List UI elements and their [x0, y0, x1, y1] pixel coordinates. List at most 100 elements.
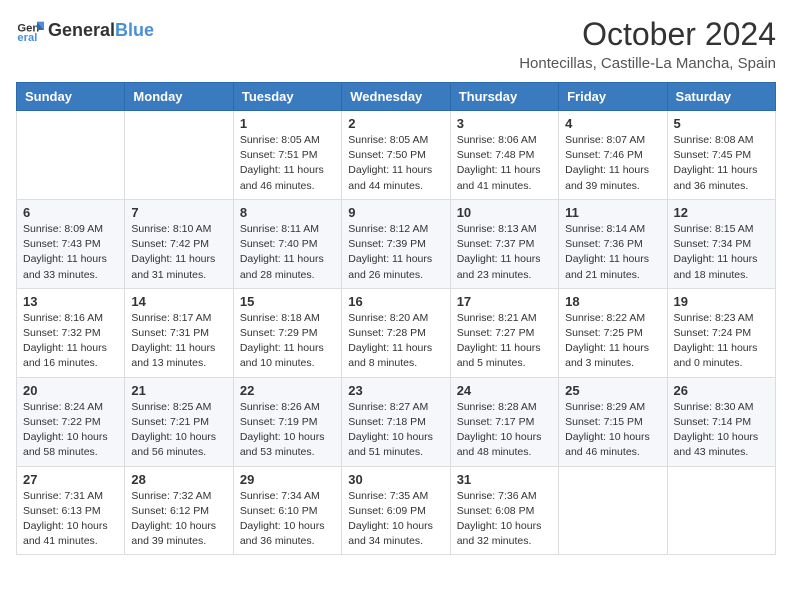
- logo-blue-text: Blue: [115, 20, 154, 41]
- day-info: Sunrise: 8:13 AM Sunset: 7:37 PM Dayligh…: [457, 222, 552, 283]
- logo-general-text: General: [48, 20, 115, 41]
- day-info: Sunrise: 8:16 AM Sunset: 7:32 PM Dayligh…: [23, 311, 118, 372]
- calendar-cell: 5 Sunrise: 8:08 AM Sunset: 7:45 PM Daylig…: [667, 111, 775, 200]
- calendar-cell: 30 Sunrise: 7:35 AM Sunset: 6:09 PM Dayli…: [342, 466, 450, 555]
- day-number: 5: [674, 116, 769, 131]
- weekday-header-saturday: Saturday: [667, 83, 775, 111]
- day-info: Sunrise: 8:05 AM Sunset: 7:51 PM Dayligh…: [240, 133, 335, 194]
- month-title: October 2024: [519, 16, 776, 53]
- day-info: Sunrise: 8:24 AM Sunset: 7:22 PM Dayligh…: [23, 400, 118, 461]
- day-info: Sunrise: 8:05 AM Sunset: 7:50 PM Dayligh…: [348, 133, 443, 194]
- day-number: 3: [457, 116, 552, 131]
- day-number: 27: [23, 472, 118, 487]
- day-number: 17: [457, 294, 552, 309]
- day-number: 16: [348, 294, 443, 309]
- calendar-cell: 18 Sunrise: 8:22 AM Sunset: 7:25 PM Dayli…: [559, 288, 667, 377]
- day-info: Sunrise: 8:11 AM Sunset: 7:40 PM Dayligh…: [240, 222, 335, 283]
- day-info: Sunrise: 8:27 AM Sunset: 7:18 PM Dayligh…: [348, 400, 443, 461]
- day-number: 12: [674, 205, 769, 220]
- day-info: Sunrise: 8:18 AM Sunset: 7:29 PM Dayligh…: [240, 311, 335, 372]
- calendar-cell: 22 Sunrise: 8:26 AM Sunset: 7:19 PM Dayli…: [233, 377, 341, 466]
- calendar-cell: 20 Sunrise: 8:24 AM Sunset: 7:22 PM Dayli…: [17, 377, 125, 466]
- calendar-cell: 26 Sunrise: 8:30 AM Sunset: 7:14 PM Dayli…: [667, 377, 775, 466]
- calendar-cell: [559, 466, 667, 555]
- day-info: Sunrise: 7:36 AM Sunset: 6:08 PM Dayligh…: [457, 489, 552, 550]
- calendar-week-row: 6 Sunrise: 8:09 AM Sunset: 7:43 PM Daylig…: [17, 199, 776, 288]
- calendar-cell: 4Sunrise: 8:07 AM Sunset: 7:46 PM Daylig…: [559, 111, 667, 200]
- weekday-header-sunday: Sunday: [17, 83, 125, 111]
- calendar-cell: 24 Sunrise: 8:28 AM Sunset: 7:17 PM Dayli…: [450, 377, 558, 466]
- day-number: 20: [23, 383, 118, 398]
- weekday-header-thursday: Thursday: [450, 83, 558, 111]
- calendar-cell: 23Sunrise: 8:27 AM Sunset: 7:18 PM Dayli…: [342, 377, 450, 466]
- location-title: Hontecillas, Castille-La Mancha, Spain: [519, 55, 776, 72]
- calendar-cell: 21 Sunrise: 8:25 AM Sunset: 7:21 PM Dayli…: [125, 377, 233, 466]
- day-number: 6: [23, 205, 118, 220]
- day-number: 11: [565, 205, 660, 220]
- calendar-cell: 9 Sunrise: 8:12 AM Sunset: 7:39 PM Daylig…: [342, 199, 450, 288]
- calendar-cell: 19Sunrise: 8:23 AM Sunset: 7:24 PM Dayli…: [667, 288, 775, 377]
- day-info: Sunrise: 8:21 AM Sunset: 7:27 PM Dayligh…: [457, 311, 552, 372]
- day-number: 30: [348, 472, 443, 487]
- day-info: Sunrise: 7:35 AM Sunset: 6:09 PM Dayligh…: [348, 489, 443, 550]
- day-info: Sunrise: 8:20 AM Sunset: 7:28 PM Dayligh…: [348, 311, 443, 372]
- calendar-header-row: SundayMondayTuesdayWednesdayThursdayFrid…: [17, 83, 776, 111]
- day-number: 19: [674, 294, 769, 309]
- page-header: Gen eral GeneralBlue October 2024 Hontec…: [16, 16, 776, 72]
- calendar-cell: 29 Sunrise: 7:34 AM Sunset: 6:10 PM Dayli…: [233, 466, 341, 555]
- day-info: Sunrise: 8:17 AM Sunset: 7:31 PM Dayligh…: [131, 311, 226, 372]
- day-number: 22: [240, 383, 335, 398]
- calendar-cell: 6 Sunrise: 8:09 AM Sunset: 7:43 PM Daylig…: [17, 199, 125, 288]
- day-number: 8: [240, 205, 335, 220]
- day-info: Sunrise: 8:26 AM Sunset: 7:19 PM Dayligh…: [240, 400, 335, 461]
- weekday-header-tuesday: Tuesday: [233, 83, 341, 111]
- day-number: 25: [565, 383, 660, 398]
- day-number: 29: [240, 472, 335, 487]
- day-number: 1: [240, 116, 335, 131]
- day-number: 9: [348, 205, 443, 220]
- day-info: Sunrise: 8:22 AM Sunset: 7:25 PM Dayligh…: [565, 311, 660, 372]
- calendar-week-row: 13 Sunrise: 8:16 AM Sunset: 7:32 PM Dayli…: [17, 288, 776, 377]
- day-number: 28: [131, 472, 226, 487]
- day-number: 31: [457, 472, 552, 487]
- day-number: 26: [674, 383, 769, 398]
- calendar-cell: 14 Sunrise: 8:17 AM Sunset: 7:31 PM Dayli…: [125, 288, 233, 377]
- calendar-cell: 7Sunrise: 8:10 AM Sunset: 7:42 PM Daylig…: [125, 199, 233, 288]
- calendar-cell: [667, 466, 775, 555]
- day-info: Sunrise: 8:10 AM Sunset: 7:42 PM Dayligh…: [131, 222, 226, 283]
- calendar-week-row: 20 Sunrise: 8:24 AM Sunset: 7:22 PM Dayli…: [17, 377, 776, 466]
- calendar-cell: 25 Sunrise: 8:29 AM Sunset: 7:15 PM Dayli…: [559, 377, 667, 466]
- day-info: Sunrise: 8:06 AM Sunset: 7:48 PM Dayligh…: [457, 133, 552, 194]
- calendar-cell: 13 Sunrise: 8:16 AM Sunset: 7:32 PM Dayli…: [17, 288, 125, 377]
- svg-text:eral: eral: [17, 32, 37, 44]
- calendar-cell: 16 Sunrise: 8:20 AM Sunset: 7:28 PM Dayli…: [342, 288, 450, 377]
- calendar-cell: 17 Sunrise: 8:21 AM Sunset: 7:27 PM Dayli…: [450, 288, 558, 377]
- day-number: 13: [23, 294, 118, 309]
- calendar-cell: 11 Sunrise: 8:14 AM Sunset: 7:36 PM Dayli…: [559, 199, 667, 288]
- calendar-cell: 12 Sunrise: 8:15 AM Sunset: 7:34 PM Dayli…: [667, 199, 775, 288]
- day-info: Sunrise: 8:08 AM Sunset: 7:45 PM Dayligh…: [674, 133, 769, 194]
- day-info: Sunrise: 8:09 AM Sunset: 7:43 PM Dayligh…: [23, 222, 118, 283]
- calendar-cell: 1 Sunrise: 8:05 AM Sunset: 7:51 PM Daylig…: [233, 111, 341, 200]
- day-number: 24: [457, 383, 552, 398]
- day-info: Sunrise: 7:32 AM Sunset: 6:12 PM Dayligh…: [131, 489, 226, 550]
- calendar-cell: 8 Sunrise: 8:11 AM Sunset: 7:40 PM Daylig…: [233, 199, 341, 288]
- day-info: Sunrise: 8:25 AM Sunset: 7:21 PM Dayligh…: [131, 400, 226, 461]
- day-info: Sunrise: 8:30 AM Sunset: 7:14 PM Dayligh…: [674, 400, 769, 461]
- day-info: Sunrise: 8:12 AM Sunset: 7:39 PM Dayligh…: [348, 222, 443, 283]
- calendar-cell: 10Sunrise: 8:13 AM Sunset: 7:37 PM Dayli…: [450, 199, 558, 288]
- day-info: Sunrise: 8:28 AM Sunset: 7:17 PM Dayligh…: [457, 400, 552, 461]
- day-info: Sunrise: 7:31 AM Sunset: 6:13 PM Dayligh…: [23, 489, 118, 550]
- calendar-cell: 27 Sunrise: 7:31 AM Sunset: 6:13 PM Dayli…: [17, 466, 125, 555]
- day-info: Sunrise: 8:14 AM Sunset: 7:36 PM Dayligh…: [565, 222, 660, 283]
- day-info: Sunrise: 8:29 AM Sunset: 7:15 PM Dayligh…: [565, 400, 660, 461]
- day-number: 14: [131, 294, 226, 309]
- day-info: Sunrise: 8:15 AM Sunset: 7:34 PM Dayligh…: [674, 222, 769, 283]
- calendar-cell: [125, 111, 233, 200]
- calendar-cell: 28 Sunrise: 7:32 AM Sunset: 6:12 PM Dayli…: [125, 466, 233, 555]
- day-info: Sunrise: 7:34 AM Sunset: 6:10 PM Dayligh…: [240, 489, 335, 550]
- day-number: 18: [565, 294, 660, 309]
- calendar-cell: [17, 111, 125, 200]
- day-number: 21: [131, 383, 226, 398]
- calendar-cell: 15Sunrise: 8:18 AM Sunset: 7:29 PM Dayli…: [233, 288, 341, 377]
